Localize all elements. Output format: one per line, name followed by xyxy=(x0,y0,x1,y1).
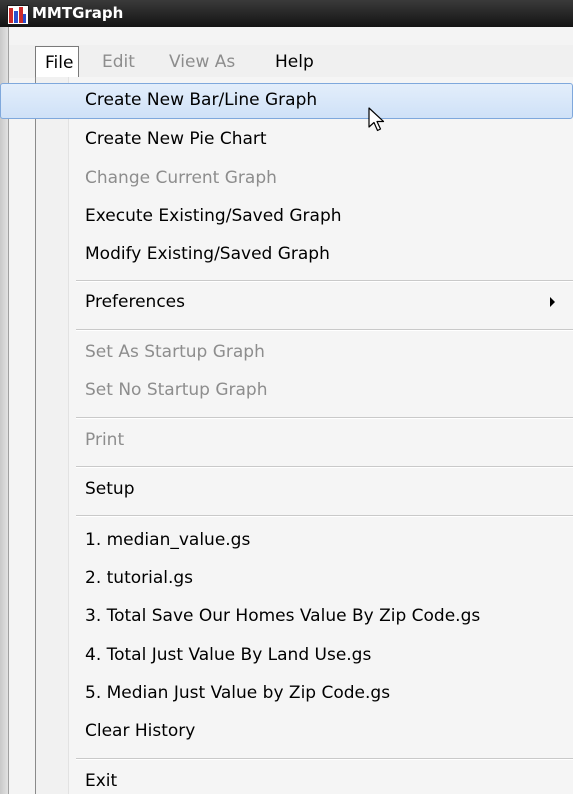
recent-file-item[interactable]: 5. Median Just Value by Zip Code.gs xyxy=(85,683,390,703)
window-left-border xyxy=(0,27,9,794)
menu-separator xyxy=(76,280,573,282)
recent-file-item[interactable]: 1. median_value.gs xyxy=(85,530,250,550)
menu-bar: File Edit View As Help xyxy=(9,45,573,78)
menu-item-exit[interactable]: Exit xyxy=(85,771,117,791)
menu-icon-gutter xyxy=(36,77,69,794)
menu-file[interactable]: File xyxy=(35,46,79,77)
menu-separator xyxy=(76,515,573,517)
menu-item-change-current-graph[interactable]: Change Current Graph xyxy=(85,168,277,188)
menu-item-setup[interactable]: Setup xyxy=(85,479,134,499)
menu-view-as[interactable]: View As xyxy=(169,52,235,72)
bar-chart-app-icon[interactable] xyxy=(7,5,29,25)
menu-separator xyxy=(76,758,573,760)
menu-item-print[interactable]: Print xyxy=(85,430,124,450)
menu-file-label: File xyxy=(45,53,74,73)
menu-item-set-startup-graph[interactable]: Set As Startup Graph xyxy=(85,342,265,362)
window-title: MMTGraph xyxy=(32,4,124,22)
menu-item-set-no-startup-graph[interactable]: Set No Startup Graph xyxy=(85,380,267,400)
menu-separator xyxy=(76,466,573,468)
recent-file-item[interactable]: 3. Total Save Our Homes Value By Zip Cod… xyxy=(85,606,480,626)
recent-file-item[interactable]: 2. tutorial.gs xyxy=(85,568,193,588)
menu-edit[interactable]: Edit xyxy=(102,52,135,72)
mouse-pointer-icon xyxy=(368,107,385,132)
menu-item-execute-saved-graph[interactable]: Execute Existing/Saved Graph xyxy=(85,206,342,226)
menu-item-preferences[interactable]: Preferences xyxy=(85,292,185,312)
menu-separator xyxy=(76,417,573,419)
menu-item-create-pie-chart[interactable]: Create New Pie Chart xyxy=(85,129,267,149)
menu-item-clear-history[interactable]: Clear History xyxy=(85,721,195,741)
menu-help[interactable]: Help xyxy=(275,52,314,72)
menu-item-create-bar-line-graph[interactable]: Create New Bar/Line Graph xyxy=(85,90,317,110)
triangle-right-icon xyxy=(550,297,555,307)
menu-item-modify-saved-graph[interactable]: Modify Existing/Saved Graph xyxy=(85,244,330,264)
title-bar: MMTGraph xyxy=(0,0,573,27)
recent-file-item[interactable]: 4. Total Just Value By Land Use.gs xyxy=(85,645,371,665)
menu-separator xyxy=(76,329,573,331)
